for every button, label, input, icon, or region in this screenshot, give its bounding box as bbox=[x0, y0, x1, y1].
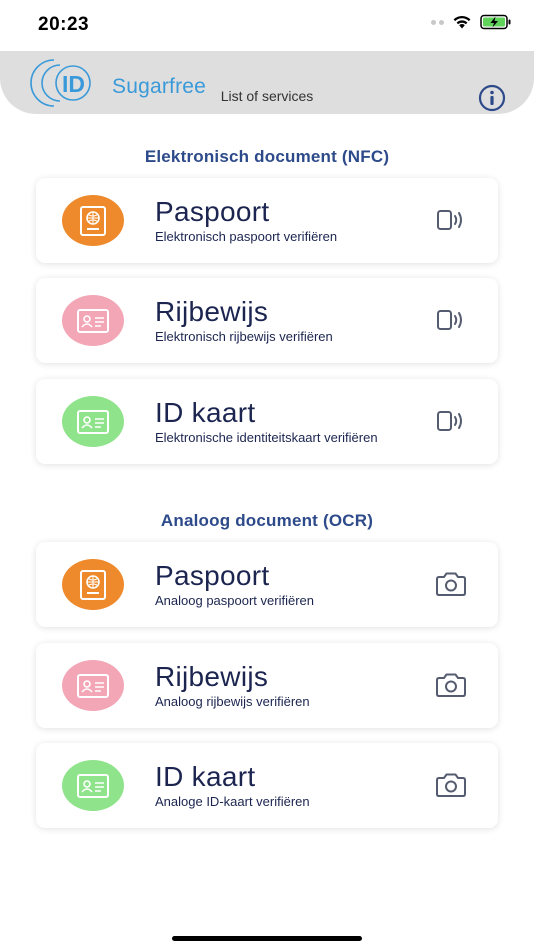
id-card-icon bbox=[62, 660, 124, 711]
status-time: 20:23 bbox=[38, 14, 90, 35]
battery-charging-icon bbox=[480, 14, 511, 30]
nfc-icon bbox=[437, 411, 462, 431]
section-title-ocr: Analoog document (OCR) bbox=[160, 511, 374, 530]
card-title: Rijbewijs bbox=[155, 296, 269, 327]
wifi-icon bbox=[453, 15, 471, 29]
passport-icon bbox=[62, 195, 124, 246]
status-icons bbox=[431, 14, 512, 30]
id-card-icon bbox=[62, 760, 124, 811]
card-subtitle: Analoge ID-kaart verifiëren bbox=[155, 794, 310, 809]
info-icon[interactable] bbox=[478, 84, 506, 112]
passport-icon bbox=[62, 559, 124, 610]
card-subtitle: Elektronische identiteitskaart verifiëre… bbox=[155, 430, 378, 445]
id-card-icon bbox=[62, 396, 124, 447]
card-title: Paspoort bbox=[155, 560, 270, 591]
card-subtitle: Elektronisch rijbewijs verifiëren bbox=[155, 329, 333, 344]
camera-icon bbox=[436, 773, 466, 797]
camera-icon bbox=[436, 572, 466, 596]
app-header: ID Sugarfree List of services bbox=[0, 51, 534, 114]
service-card-ocr-id-kaart[interactable]: ID kaart Analoge ID-kaart verifiëren bbox=[36, 743, 498, 828]
card-title: Paspoort bbox=[155, 196, 270, 227]
status-bar: 20:23 bbox=[0, 0, 534, 52]
card-title: ID kaart bbox=[155, 397, 256, 428]
id-card-icon bbox=[62, 295, 124, 346]
service-card-ocr-rijbewijs[interactable]: Rijbewijs Analoog rijbewijs verifiëren bbox=[36, 643, 498, 728]
page-title: List of services bbox=[220, 88, 314, 104]
service-card-nfc-paspoort[interactable]: Paspoort Elektronisch paspoort verifiëre… bbox=[36, 178, 498, 263]
cellular-signal-icon bbox=[431, 19, 444, 25]
nfc-icon bbox=[437, 310, 462, 330]
home-indicator[interactable] bbox=[172, 936, 362, 941]
service-card-ocr-paspoort[interactable]: Paspoort Analoog paspoort verifiëren bbox=[36, 542, 498, 627]
camera-icon bbox=[436, 673, 466, 697]
card-subtitle: Analoog rijbewijs verifiëren bbox=[155, 694, 310, 709]
card-subtitle: Analoog paspoort verifiëren bbox=[155, 593, 314, 608]
card-title: ID kaart bbox=[155, 761, 256, 792]
section-title-nfc: Elektronisch document (NFC) bbox=[144, 147, 390, 166]
nfc-icon bbox=[437, 210, 462, 230]
card-subtitle: Elektronisch paspoort verifiëren bbox=[155, 229, 338, 244]
card-title: Rijbewijs bbox=[155, 661, 269, 692]
service-card-nfc-rijbewijs[interactable]: Rijbewijs Elektronisch rijbewijs verifië… bbox=[36, 278, 498, 363]
service-card-nfc-id-kaart[interactable]: ID kaart Elektronische identiteitskaart … bbox=[36, 379, 498, 464]
